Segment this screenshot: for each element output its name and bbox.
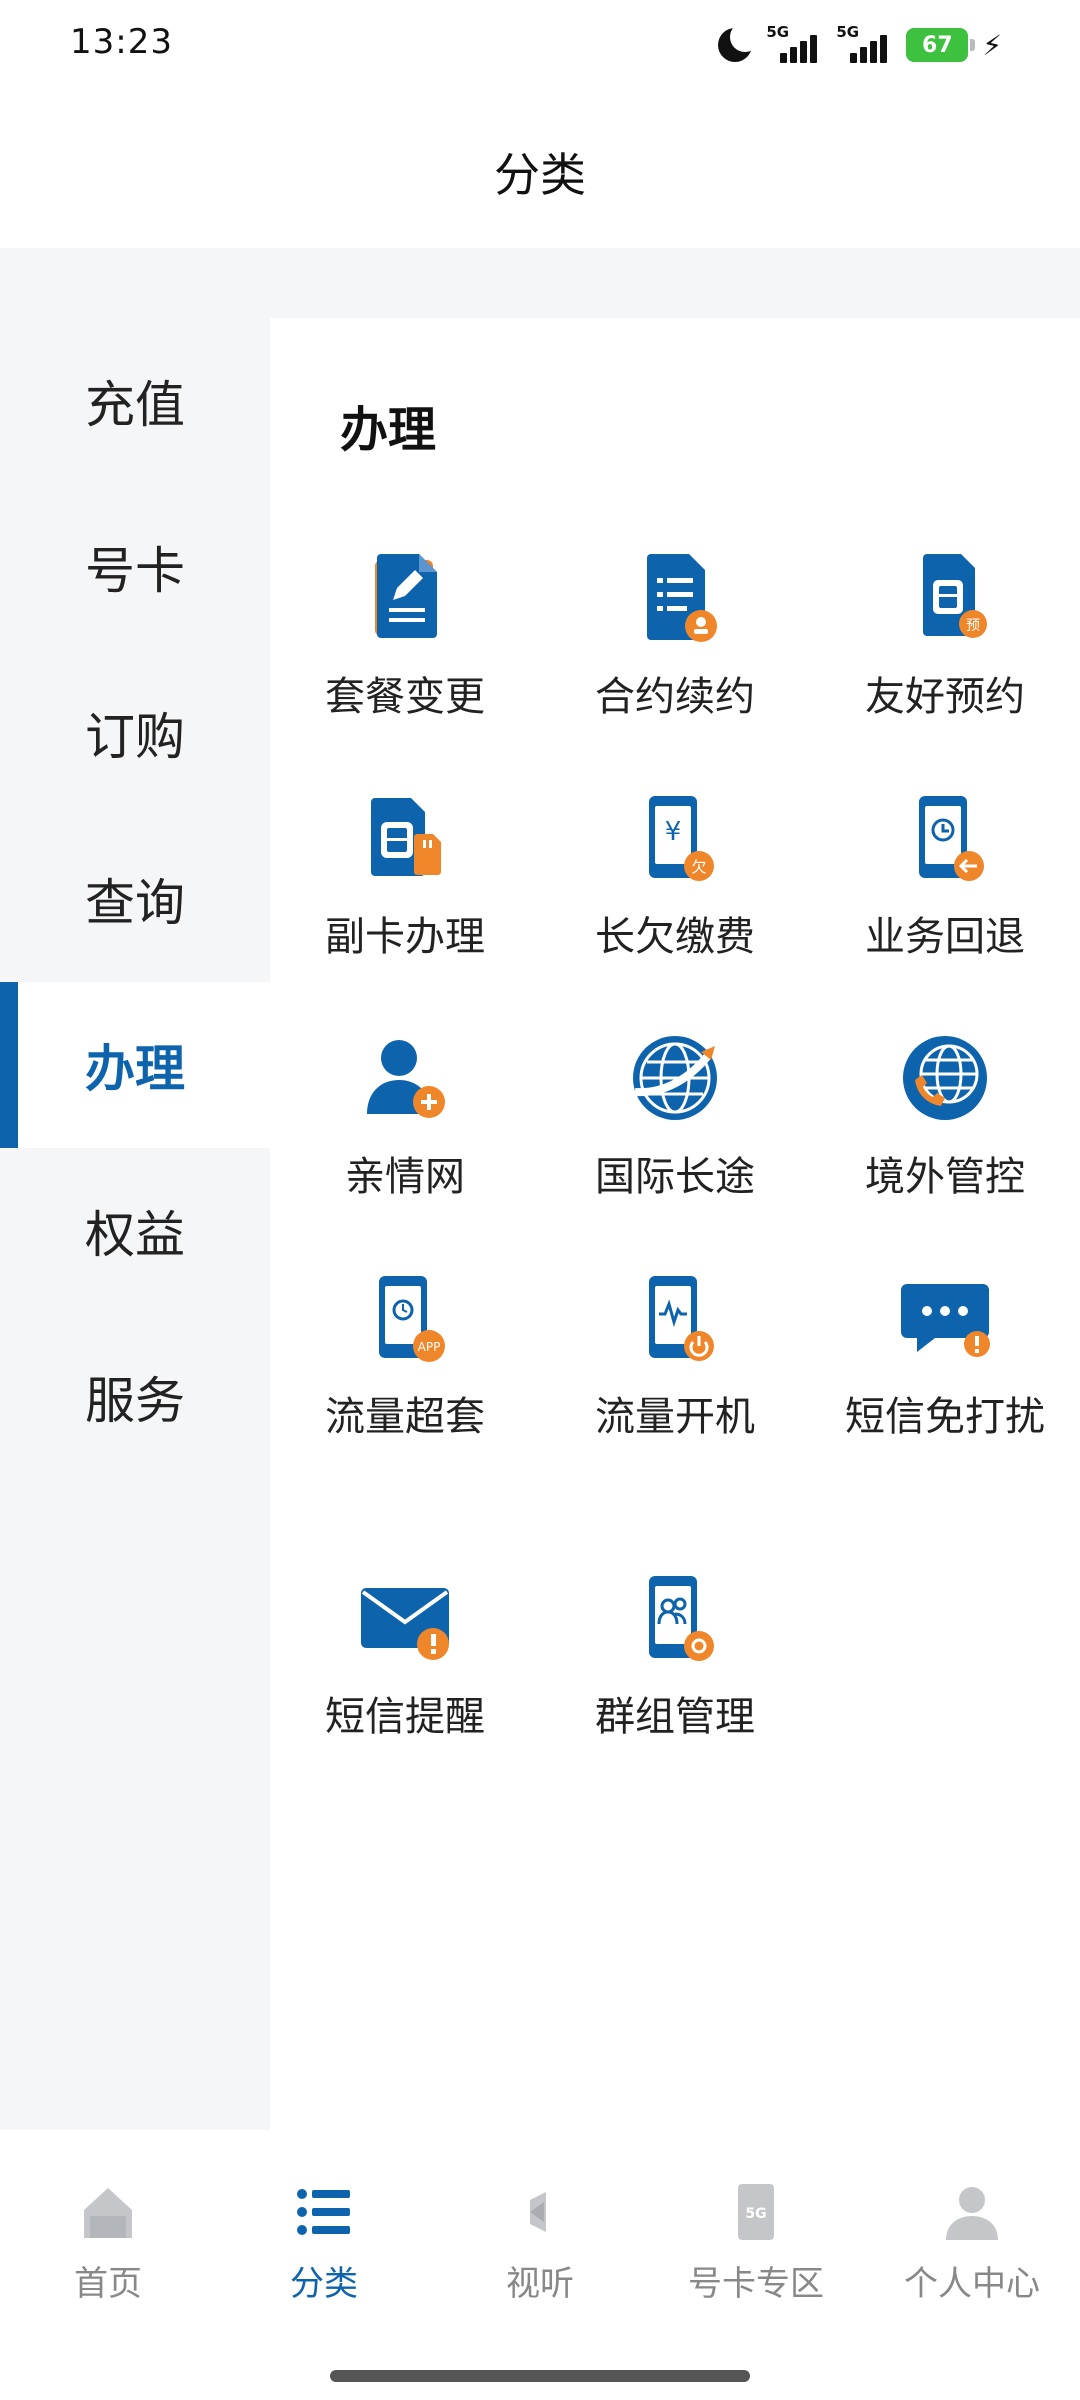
grid-item-reservation[interactable]: 预 友好预约 xyxy=(810,538,1080,724)
sms-reminder-icon xyxy=(345,1558,465,1678)
grid-item-arrears-payment[interactable]: ¥ 欠 长欠缴费 xyxy=(540,778,810,964)
battery-level: 67 xyxy=(922,32,953,58)
grid-item-sms-dnd[interactable]: 短信免打扰 xyxy=(810,1258,1080,1444)
nav-label: 个人中心 xyxy=(904,2264,1040,2304)
sidebar-item-benefits[interactable]: 权益 xyxy=(0,1148,270,1314)
item-label: 友好预约 xyxy=(865,674,1025,720)
sidebar-item-order[interactable]: 订购 xyxy=(0,650,270,816)
nav-label: 分类 xyxy=(290,2264,358,2304)
grid-item-secondary-card[interactable]: 副卡办理 xyxy=(270,778,540,964)
nav-label: 首页 xyxy=(74,2264,142,2304)
family-network-icon xyxy=(345,1018,465,1138)
item-label: 长欠缴费 xyxy=(595,914,755,960)
item-label: 短信提醒 xyxy=(325,1694,485,1740)
sidebar-item-label: 权益 xyxy=(85,1206,185,1264)
item-label: 业务回退 xyxy=(865,914,1025,960)
nav-item-profile[interactable]: 个人中心 xyxy=(864,2180,1080,2305)
sidebar-item-label: 服务 xyxy=(85,1372,185,1430)
sidebar-item-service[interactable]: 服务 xyxy=(0,1314,270,1480)
header: 分类 xyxy=(0,96,1080,248)
item-label: 套餐变更 xyxy=(325,674,485,720)
sidebar-item-label: 查询 xyxy=(85,874,185,932)
sidebar-item-sim-card[interactable]: 号卡 xyxy=(0,484,270,650)
section-title: 办理 xyxy=(340,402,437,458)
data-overage-icon: APP xyxy=(345,1258,465,1378)
data-power-on-icon xyxy=(615,1258,735,1378)
nav-item-sim-zone[interactable]: 5G 号卡专区 xyxy=(648,2180,864,2305)
sms-dnd-icon xyxy=(885,1258,1005,1378)
sidebar-item-recharge[interactable]: 充值 xyxy=(0,318,270,484)
home-indicator[interactable] xyxy=(330,2370,750,2382)
grid-item-sms-reminder[interactable]: 短信提醒 xyxy=(270,1558,540,1744)
page-title: 分类 xyxy=(494,148,586,202)
network-type-label: 5G xyxy=(836,23,860,41)
sim-reserve-icon: 预 xyxy=(885,538,1005,658)
grid-item-international-call[interactable]: 国际长途 xyxy=(540,1018,810,1204)
grid-item-contract-renewal[interactable]: 合约续约 xyxy=(540,538,810,724)
network-type-label: 5G xyxy=(766,23,790,41)
nav-label: 号卡专区 xyxy=(688,2264,824,2304)
category-sidebar: 充值 号卡 订购 查询 办理 权益 服务 xyxy=(0,248,270,2130)
grid-item-plan-change[interactable]: 套餐变更 xyxy=(270,538,540,724)
item-label: 群组管理 xyxy=(595,1694,755,1740)
home-icon xyxy=(76,2180,140,2244)
status-bar: 13:23 5G 5G 67 ⚡ xyxy=(0,0,1080,96)
grid-item-family-network[interactable]: 亲情网 xyxy=(270,1018,540,1204)
person-icon xyxy=(940,2180,1004,2244)
item-label: 国际长途 xyxy=(595,1154,755,1200)
sidebar-item-label: 办理 xyxy=(85,1040,185,1098)
item-label: 副卡办理 xyxy=(325,914,485,960)
status-icons: 5G 5G 67 ⚡ xyxy=(718,22,1002,68)
item-label: 亲情网 xyxy=(345,1154,465,1200)
international-call-icon xyxy=(615,1018,735,1138)
item-label: 流量超套 xyxy=(325,1394,485,1440)
contract-icon xyxy=(615,538,735,658)
svg-text:欠: 欠 xyxy=(691,858,706,876)
content-panel: 办理 套餐变更 合约续约 预 友好预约 副卡办理 ¥ 欠 长欠缴费 业务回退 亲… xyxy=(270,318,1080,2130)
item-label: 流量开机 xyxy=(595,1394,755,1440)
item-label: 境外管控 xyxy=(865,1154,1025,1200)
sidebar-item-query[interactable]: 查询 xyxy=(0,816,270,982)
sidebar-item-label: 订购 xyxy=(85,708,185,766)
signal-icon: 5G xyxy=(766,23,822,65)
list-icon xyxy=(292,2180,356,2244)
item-label: 合约续约 xyxy=(595,674,755,720)
group-management-icon xyxy=(615,1558,735,1678)
sim-5g-icon: 5G xyxy=(724,2180,788,2244)
battery-icon: 67 xyxy=(906,28,976,62)
svg-text:APP: APP xyxy=(418,1340,441,1354)
service-rollback-icon xyxy=(885,778,1005,898)
nav-item-category[interactable]: 分类 xyxy=(216,2180,432,2305)
nav-item-home[interactable]: 首页 xyxy=(0,2180,216,2305)
arrears-payment-icon: ¥ 欠 xyxy=(615,778,735,898)
grid-item-overseas-control[interactable]: 境外管控 xyxy=(810,1018,1080,1204)
sim-card-icon xyxy=(345,778,465,898)
signal-icon: 5G xyxy=(836,23,892,65)
media-icon xyxy=(508,2180,572,2244)
svg-text:5G: 5G xyxy=(745,2206,766,2222)
nav-label: 视听 xyxy=(506,2264,574,2304)
sidebar-item-label: 号卡 xyxy=(85,542,185,600)
bottom-nav: 首页 分类 视听 5G 号卡专区 个人中心 xyxy=(0,2130,1080,2330)
nav-item-media[interactable]: 视听 xyxy=(432,2180,648,2305)
grid-item-data-overage[interactable]: APP 流量超套 xyxy=(270,1258,540,1444)
svg-text:预: 预 xyxy=(966,618,980,634)
item-label: 短信免打扰 xyxy=(845,1394,1045,1440)
grid-item-service-rollback[interactable]: 业务回退 xyxy=(810,778,1080,964)
do-not-disturb-icon xyxy=(718,22,761,62)
grid-item-data-power-on[interactable]: 流量开机 xyxy=(540,1258,810,1444)
sidebar-item-label: 充值 xyxy=(85,376,185,434)
overseas-control-icon xyxy=(885,1018,1005,1138)
svg-text:¥: ¥ xyxy=(665,817,682,847)
grid-item-group-management[interactable]: 群组管理 xyxy=(540,1558,810,1744)
sidebar-item-handle[interactable]: 办理 xyxy=(0,982,270,1148)
document-edit-icon xyxy=(345,538,465,658)
charging-icon: ⚡ xyxy=(982,28,1002,62)
status-time: 13:23 xyxy=(70,22,173,62)
